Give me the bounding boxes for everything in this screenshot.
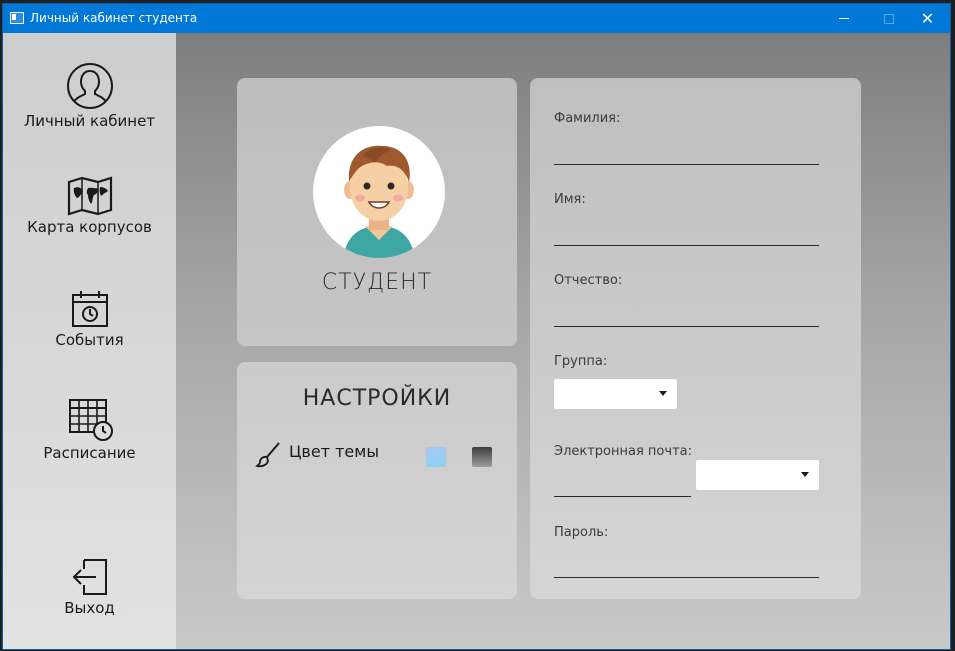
theme-color-label: Цвет темы bbox=[289, 442, 379, 461]
title-bar[interactable]: Личный кабинет студента ✕ bbox=[3, 4, 950, 33]
group-label: Группа: bbox=[554, 354, 608, 369]
email-field[interactable] bbox=[554, 496, 691, 497]
sidebar-item-exit[interactable]: Выход bbox=[3, 557, 176, 617]
app-window: Личный кабинет студента ✕ Личный кабинет… bbox=[2, 3, 951, 650]
sidebar-item-schedule[interactable]: Расписание bbox=[3, 398, 176, 462]
theme-color-row: Цвет темы bbox=[255, 440, 505, 468]
sidebar: Личный кабинет Карта корпусов События Ра… bbox=[3, 33, 176, 649]
avatar-illustration bbox=[343, 145, 415, 258]
email-label: Электронная почта: bbox=[554, 444, 692, 459]
sidebar-item-label: Выход bbox=[64, 599, 115, 617]
close-icon: ✕ bbox=[920, 9, 935, 28]
exit-icon bbox=[72, 559, 107, 595]
last-name-label: Фамилия: bbox=[554, 111, 621, 126]
sidebar-item-map[interactable]: Карта корпусов bbox=[3, 176, 176, 236]
map-icon bbox=[67, 176, 112, 216]
profile-card: СТУДЕНТ bbox=[237, 78, 517, 346]
maximize-icon bbox=[883, 13, 894, 24]
sidebar-item-profile[interactable]: Личный кабинет bbox=[3, 62, 176, 130]
theme-dark-swatch[interactable] bbox=[472, 447, 492, 467]
chevron-down-icon bbox=[801, 472, 809, 477]
theme-light-swatch[interactable] bbox=[426, 447, 446, 467]
settings-card: НАСТРОЙКИ Цвет темы bbox=[237, 362, 517, 599]
minimize-button[interactable] bbox=[821, 4, 866, 33]
brush-icon bbox=[255, 442, 280, 468]
last-name-field[interactable] bbox=[554, 164, 819, 165]
close-button[interactable]: ✕ bbox=[905, 4, 950, 33]
email-domain-select[interactable] bbox=[696, 460, 819, 490]
profile-form-card: Фамилия: Имя: Отчество: Группа: Электрон… bbox=[530, 78, 861, 599]
sidebar-item-label: Карта корпусов bbox=[27, 218, 152, 236]
minimize-icon bbox=[838, 18, 849, 19]
sidebar-item-events[interactable]: События bbox=[3, 289, 176, 349]
first-name-field[interactable] bbox=[554, 245, 819, 246]
first-name-label: Имя: bbox=[554, 192, 586, 207]
app-icon bbox=[10, 12, 24, 24]
sidebar-item-label: События bbox=[55, 331, 124, 349]
chevron-down-icon bbox=[659, 391, 667, 396]
patronymic-label: Отчество: bbox=[554, 273, 623, 288]
sidebar-item-label: Расписание bbox=[43, 444, 136, 462]
password-field[interactable] bbox=[554, 577, 819, 578]
password-label: Пароль: bbox=[554, 525, 609, 540]
settings-title: НАСТРОЙКИ bbox=[302, 386, 452, 411]
patronymic-field[interactable] bbox=[554, 326, 819, 327]
user-icon bbox=[66, 63, 113, 109]
main-content: СТУДЕНТ НАСТРОЙКИ Цвет темы Фамилия: Имя… bbox=[176, 33, 950, 649]
calendar-icon bbox=[71, 291, 108, 327]
window-title: Личный кабинет студента bbox=[30, 11, 198, 25]
sidebar-item-label: Личный кабинет bbox=[23, 112, 156, 130]
schedule-icon bbox=[68, 399, 113, 441]
student-avatar bbox=[313, 126, 445, 258]
role-title: СТУДЕНТ bbox=[321, 270, 433, 295]
group-select[interactable] bbox=[554, 379, 677, 409]
